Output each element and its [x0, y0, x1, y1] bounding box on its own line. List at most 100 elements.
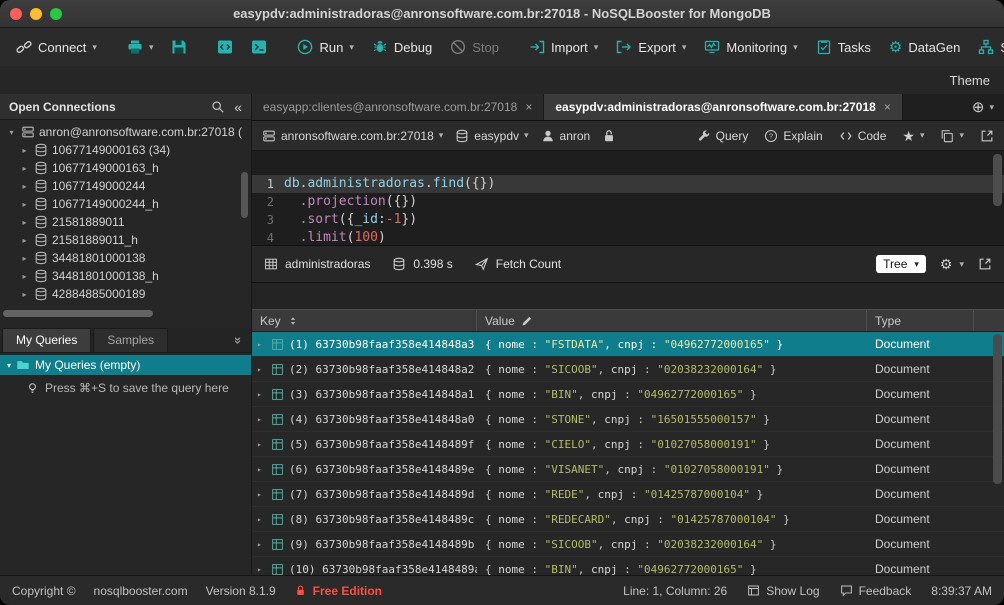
table-row[interactable]: ▸ (8) 63730b98faaf358e4148489c { nome : …	[252, 507, 1004, 532]
view-mode-select[interactable]: Tree ▾	[876, 255, 926, 273]
code-line[interactable]: 1 db.administradoras.find({})	[252, 175, 1004, 193]
save-button[interactable]	[163, 34, 195, 60]
database-item[interactable]: ▸ 10677149000163_h	[0, 159, 251, 177]
more-tabs-icon[interactable]: »	[231, 337, 246, 344]
close-tab-icon[interactable]: ×	[525, 100, 532, 114]
caret-right-icon[interactable]: ▸	[19, 236, 30, 245]
database-selector[interactable]: easypdv ▾	[455, 129, 528, 143]
grid-vertical-scrollbar[interactable]	[993, 334, 1002, 484]
collection-tab[interactable]: administradoras	[264, 257, 370, 271]
sidebar-tab-samples[interactable]: Samples	[93, 328, 168, 352]
unlock-icon[interactable]	[602, 129, 616, 143]
expand-row-icon[interactable]: ▸	[257, 465, 266, 474]
column-header-type[interactable]: Type	[867, 310, 974, 331]
code-button[interactable]: Code	[839, 129, 887, 143]
tasks-button[interactable]: Tasks	[808, 34, 879, 60]
import-button[interactable]: Import ▾	[521, 34, 606, 60]
column-header-value[interactable]: Value	[477, 310, 867, 331]
my-queries-folder[interactable]: ▾ My Queries (empty)	[0, 355, 251, 375]
table-row[interactable]: ▸ (6) 63730b98faaf358e4148489e { nome : …	[252, 457, 1004, 482]
caret-right-icon[interactable]: ▸	[19, 182, 30, 191]
tree-vertical-scrollbar[interactable]	[241, 172, 248, 218]
stop-button[interactable]: Stop	[442, 34, 507, 60]
close-window-button[interactable]	[10, 8, 22, 20]
print-button[interactable]: ▾	[119, 34, 162, 60]
database-item[interactable]: ▸ 42884885000189	[0, 285, 251, 303]
theme-menu[interactable]: Theme	[950, 73, 990, 88]
new-tab-button[interactable]: ⊕	[972, 98, 985, 116]
collapse-panel-icon[interactable]: «	[234, 100, 242, 114]
expand-row-icon[interactable]: ▸	[257, 340, 266, 349]
expand-row-icon[interactable]: ▸	[257, 415, 266, 424]
open-external-icon[interactable]	[980, 129, 994, 143]
expand-row-icon[interactable]: ▸	[257, 565, 266, 574]
expand-results-icon[interactable]	[978, 257, 992, 271]
expand-row-icon[interactable]: ▸	[257, 390, 266, 399]
caret-right-icon[interactable]: ▸	[19, 254, 30, 263]
table-row[interactable]: ▸ (4) 63730b98faaf358e414848a0 { nome : …	[252, 407, 1004, 432]
fetch-count-button[interactable]: Fetch Count	[475, 257, 561, 271]
table-row[interactable]: ▸ (7) 63730b98faaf358e4148489d { nome : …	[252, 482, 1004, 507]
connect-button[interactable]: Connect ▾	[8, 34, 105, 60]
code-line[interactable]: 3 .sort({_id:-1})	[252, 211, 1004, 229]
database-item[interactable]: ▸ 10677149000244	[0, 177, 251, 195]
monitoring-button[interactable]: Monitoring ▾	[696, 34, 805, 60]
code-line[interactable]: 4 .limit(100)	[252, 229, 1004, 245]
editor-vertical-scrollbar[interactable]	[993, 154, 1002, 206]
export-button[interactable]: Export ▾	[608, 34, 694, 60]
database-item[interactable]: ▸ 34481801000138	[0, 249, 251, 267]
caret-right-icon[interactable]: ▸	[19, 290, 30, 299]
database-item[interactable]: ▸ 34481801000138_h	[0, 267, 251, 285]
expand-row-icon[interactable]: ▸	[257, 515, 266, 524]
debug-button[interactable]: Debug	[364, 34, 440, 60]
feedback-button[interactable]: Feedback	[840, 584, 912, 598]
zoom-window-button[interactable]	[50, 8, 62, 20]
caret-right-icon[interactable]: ▸	[19, 164, 30, 173]
sidebar-tab-my-queries[interactable]: My Queries	[2, 328, 91, 352]
database-item[interactable]: ▸ 10677149000244_h	[0, 195, 251, 213]
edition-badge[interactable]: Free Edition	[294, 584, 382, 598]
minimize-window-button[interactable]	[30, 8, 42, 20]
snippets-button[interactable]: ▾	[940, 129, 964, 143]
expand-row-icon[interactable]: ▸	[257, 365, 266, 374]
server-selector[interactable]: anronsoftware.com.br:27018 ▾	[262, 129, 443, 143]
tree-horizontal-scrollbar-thumb[interactable]	[3, 310, 153, 317]
query-button[interactable]: Query	[697, 129, 749, 143]
editor-tab[interactable]: easyapp:clientes@anronsoftware.com.br:27…	[252, 94, 544, 120]
expand-row-icon[interactable]: ▸	[257, 490, 266, 499]
connection-item[interactable]: ▾ anron@anronsoftware.com.br:27018 (	[0, 123, 251, 141]
site-link[interactable]: nosqlbooster.com	[94, 584, 188, 598]
caret-right-icon[interactable]: ▸	[19, 272, 30, 281]
search-icon[interactable]	[211, 100, 225, 114]
table-row[interactable]: ▸ (9) 63730b98faaf358e4148489b { nome : …	[252, 532, 1004, 557]
new-shell-button[interactable]	[243, 34, 275, 60]
show-log-button[interactable]: Show Log	[747, 584, 819, 598]
caret-open-icon[interactable]: ▾	[6, 128, 17, 137]
expand-row-icon[interactable]: ▸	[257, 440, 266, 449]
table-row[interactable]: ▸ (1) 63730b98faaf358e414848a3 { nome : …	[252, 332, 1004, 357]
datagen-button[interactable]: ⚙ DataGen	[881, 35, 969, 60]
database-item[interactable]: ▸ 10677149000163 (34)	[0, 141, 251, 159]
database-item[interactable]: ▸ 21581889011	[0, 213, 251, 231]
caret-right-icon[interactable]: ▸	[19, 200, 30, 209]
query-editor[interactable]: 1 db.administradoras.find({}) 2 .project…	[252, 151, 1004, 245]
caret-right-icon[interactable]: ▸	[19, 218, 30, 227]
favorites-button[interactable]: ★ ▾	[902, 129, 924, 143]
table-row[interactable]: ▸ (3) 63730b98faaf358e414848a1 { nome : …	[252, 382, 1004, 407]
code-line[interactable]: 2 .projection({})	[252, 193, 1004, 211]
caret-right-icon[interactable]: ▸	[19, 146, 30, 155]
explain-button[interactable]: ? Explain	[764, 129, 822, 143]
run-button[interactable]: Run ▾	[289, 34, 361, 60]
column-header-key[interactable]: Key	[252, 310, 477, 331]
table-row[interactable]: ▸ (2) 63730b98faaf358e414848a2 { nome : …	[252, 357, 1004, 382]
new-script-button[interactable]	[209, 34, 241, 60]
tab-list-caret-icon[interactable]: ▾	[989, 102, 994, 113]
close-tab-icon[interactable]: ×	[884, 100, 891, 114]
editor-tab[interactable]: easypdv:administradoras@anronsoftware.co…	[544, 94, 903, 120]
schema-button[interactable]: Schema ▾	[970, 34, 1004, 60]
results-settings-button[interactable]: ⚙ ▾	[940, 257, 964, 271]
table-row[interactable]: ▸ (5) 63730b98faaf358e4148489f { nome : …	[252, 432, 1004, 457]
table-row[interactable]: ▸ (10) 63730b98faaf358e4148489a { nome :…	[252, 557, 1004, 575]
expand-row-icon[interactable]: ▸	[257, 540, 266, 549]
user-indicator[interactable]: anron	[541, 129, 591, 143]
